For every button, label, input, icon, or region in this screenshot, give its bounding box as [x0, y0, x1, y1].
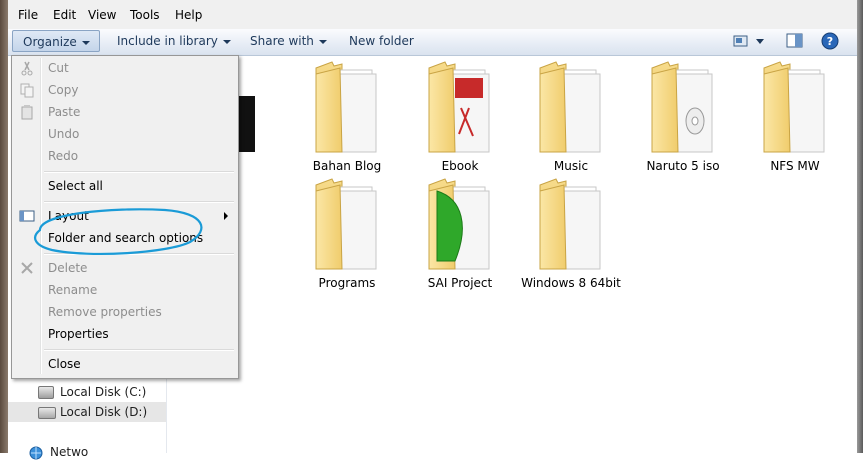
menu-view[interactable]: View: [88, 8, 116, 22]
menu-file[interactable]: File: [18, 8, 38, 22]
menu-item-label: Remove properties: [48, 305, 162, 319]
disc-icon: [685, 107, 705, 135]
menu-separator: [44, 253, 234, 255]
menu-item-remove-properties[interactable]: Remove properties: [14, 301, 236, 323]
include-library-label: Include in library: [117, 34, 218, 48]
new-folder-label: New folder: [349, 34, 414, 48]
menu-item-label: Delete: [48, 261, 88, 275]
menu-item-label: Undo: [48, 127, 80, 141]
nav-local-disk-d[interactable]: Local Disk (D:): [8, 402, 166, 422]
share-with-label: Share with: [250, 34, 314, 48]
change-view-button[interactable]: [732, 33, 766, 49]
file-list: me Bahan Blog Ebook Music Naruto 5 iso N…: [167, 56, 857, 453]
menu-separator: [44, 349, 234, 351]
hard-drive-icon: [38, 386, 54, 399]
menu-item-label: Properties: [48, 327, 109, 341]
folder-icon: [312, 60, 380, 156]
menu-help[interactable]: Help: [175, 8, 202, 22]
folder-item-windows8[interactable]: Windows 8 64bit: [516, 173, 626, 290]
menu-item-delete[interactable]: Delete: [14, 257, 236, 279]
menu-edit[interactable]: Edit: [53, 8, 76, 22]
window-frame-left: [0, 0, 8, 453]
menu-item-label: Rename: [48, 283, 98, 297]
menu-item-properties[interactable]: Properties: [14, 323, 236, 345]
organize-button[interactable]: Organize: [12, 30, 100, 52]
folder-icon: [536, 60, 604, 156]
folder-label: Windows 8 64bit: [521, 276, 621, 290]
folder-label: Bahan Blog: [312, 159, 382, 173]
copy-icon: [20, 83, 34, 98]
folder-label: Naruto 5 iso: [646, 159, 720, 173]
menu-item-undo[interactable]: Undo: [14, 123, 236, 145]
folder-item-sai-project[interactable]: SAI Project: [405, 173, 515, 290]
nav-label: Local Disk (C:): [60, 385, 147, 399]
menu-item-redo[interactable]: Redo: [14, 145, 236, 167]
menu-separator: [44, 201, 234, 203]
folder-item-naruto[interactable]: Naruto 5 iso: [628, 56, 738, 173]
menu-item-select-all[interactable]: Select all: [14, 175, 236, 197]
preview-pane-button[interactable]: [786, 33, 804, 49]
command-bar: Organize Include in library Share with N…: [8, 29, 857, 56]
scissors-icon: [21, 61, 33, 76]
hard-drive-icon: [38, 407, 56, 419]
menu-item-close[interactable]: Close: [14, 353, 236, 375]
menu-item-label: Cut: [48, 61, 69, 75]
nav-label: Netwo: [50, 445, 89, 459]
folder-item-music[interactable]: Music: [516, 56, 626, 173]
layout-icon: [19, 210, 35, 222]
help-icon: ?: [821, 32, 839, 50]
delete-x-icon: [21, 262, 33, 274]
menu-item-label: Redo: [48, 149, 79, 163]
nav-local-disk-c[interactable]: Local Disk (C:): [8, 382, 158, 402]
folder-label: Ebook: [441, 159, 479, 173]
folder-label: Programs: [318, 276, 376, 290]
menu-bar: File Edit View Tools Help: [8, 0, 857, 29]
chevron-down-icon: [318, 39, 327, 44]
menu-item-paste[interactable]: Paste: [14, 101, 236, 123]
green-image-icon: [436, 190, 463, 262]
new-folder-button[interactable]: New folder: [349, 29, 414, 53]
folder-label: Music: [553, 159, 589, 173]
help-button[interactable]: ?: [821, 32, 839, 50]
folder-icon: [312, 177, 380, 273]
window-frame-right: [857, 0, 863, 453]
folder-item-programs[interactable]: Programs: [292, 173, 402, 290]
chevron-down-icon: [222, 39, 231, 44]
menu-item-rename[interactable]: Rename: [14, 279, 236, 301]
menu-item-label: Close: [48, 357, 81, 371]
menu-item-label: Select all: [48, 179, 103, 193]
organize-menu: Cut Copy Paste Undo Redo Select all Layo…: [11, 55, 239, 379]
menu-item-label: Copy: [48, 83, 79, 97]
folder-item-ebook[interactable]: Ebook: [405, 56, 515, 173]
folder-item-nfs-mw[interactable]: NFS MW: [740, 56, 850, 173]
folder-item-bahan-blog[interactable]: Bahan Blog: [292, 56, 402, 173]
nav-network[interactable]: Netwo: [8, 442, 158, 462]
menu-item-label: Layout: [48, 209, 89, 223]
svg-text:?: ?: [827, 35, 833, 48]
view-icon: [733, 35, 764, 47]
include-in-library-button[interactable]: Include in library: [117, 29, 231, 53]
chevron-down-icon: [81, 40, 90, 45]
menu-item-label: Paste: [48, 105, 81, 119]
share-with-button[interactable]: Share with: [250, 29, 327, 53]
menu-item-layout[interactable]: Layout: [14, 205, 236, 227]
menu-tools[interactable]: Tools: [130, 8, 160, 22]
menu-item-folder-search-options[interactable]: Folder and search options: [14, 227, 236, 249]
menu-item-label: Folder and search options: [48, 231, 204, 245]
paste-icon: [21, 105, 33, 120]
pdf-icon: [455, 78, 483, 137]
folder-icon: [760, 60, 828, 156]
network-icon: [29, 446, 43, 460]
organize-label: Organize: [23, 35, 77, 49]
chevron-right-icon: [224, 212, 228, 220]
menu-item-copy[interactable]: Copy: [14, 79, 236, 101]
folder-label: SAI Project: [427, 276, 493, 290]
menu-item-cut[interactable]: Cut: [14, 57, 236, 79]
nav-label: Local Disk (D:): [60, 405, 148, 419]
preview-pane-icon: [786, 33, 803, 48]
menu-separator: [44, 171, 234, 173]
folder-icon: [536, 177, 604, 273]
folder-label: NFS MW: [770, 159, 820, 173]
